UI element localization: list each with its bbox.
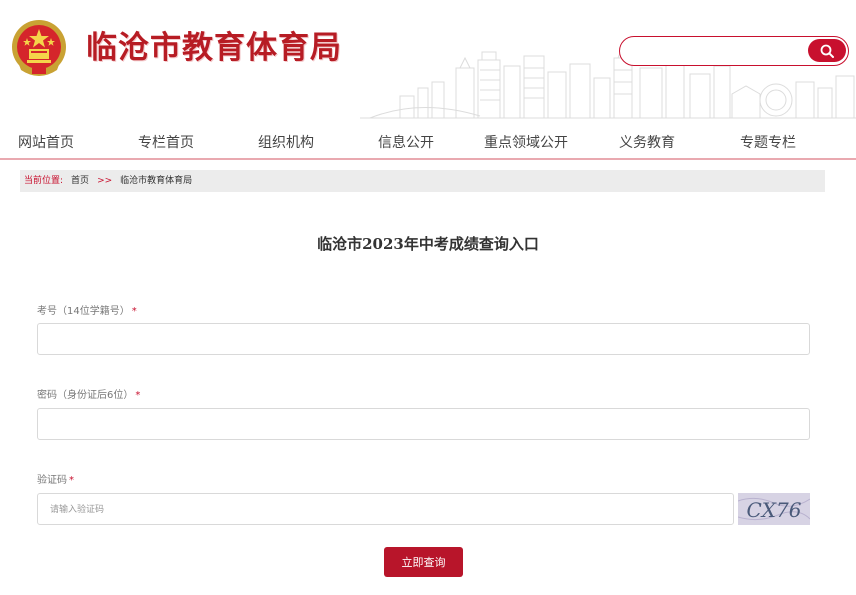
nav-item-column-home[interactable]: 专栏首页: [138, 132, 194, 152]
captcha-text: CX76: [747, 498, 802, 522]
captcha-image[interactable]: CX76: [738, 493, 810, 525]
search-input[interactable]: [632, 41, 802, 61]
page-title: 临沧市2023年中考成绩查询入口: [317, 235, 539, 253]
national-emblem-icon: [12, 20, 66, 76]
nav-item-info-disclosure[interactable]: 信息公开: [378, 132, 434, 152]
breadcrumb: 当前位置: 首页 >> 临沧市教育体育局: [20, 170, 825, 192]
nav-item-home[interactable]: 网站首页: [18, 132, 74, 152]
search-box: [619, 36, 849, 66]
captcha-input[interactable]: [37, 493, 734, 525]
search-button[interactable]: [808, 39, 846, 62]
site-title: 临沧市教育体育局: [86, 30, 342, 66]
site-header: 临沧市教育体育局: [0, 0, 856, 122]
nav-item-special-topics[interactable]: 专题专栏: [740, 132, 796, 152]
exam-number-label: 考号（14位学籍号） *: [37, 306, 137, 317]
breadcrumb-label: 当前位置:: [24, 176, 64, 186]
submit-query-button[interactable]: 立即查询: [384, 547, 463, 577]
nav-item-organization[interactable]: 组织机构: [258, 132, 314, 152]
nav-item-compulsory-education[interactable]: 义务教育: [619, 132, 675, 152]
exam-number-input[interactable]: [37, 323, 810, 355]
captcha-label: 验证码 *: [37, 475, 74, 486]
required-mark: *: [69, 475, 74, 486]
password-label: 密码（身份证后6位） *: [37, 390, 141, 401]
main-nav: 网站首页 专栏首页 组织机构 信息公开 重点领域公开 义务教育 专题专栏: [0, 122, 856, 160]
search-icon: [820, 44, 834, 58]
breadcrumb-current: 临沧市教育体育局: [120, 176, 193, 186]
required-mark: *: [131, 306, 137, 317]
nav-item-key-areas[interactable]: 重点领域公开: [484, 132, 568, 152]
breadcrumb-separator: >>: [97, 176, 113, 186]
password-input[interactable]: [37, 408, 810, 440]
breadcrumb-home-link[interactable]: 首页: [71, 176, 89, 186]
required-mark: *: [135, 390, 141, 401]
